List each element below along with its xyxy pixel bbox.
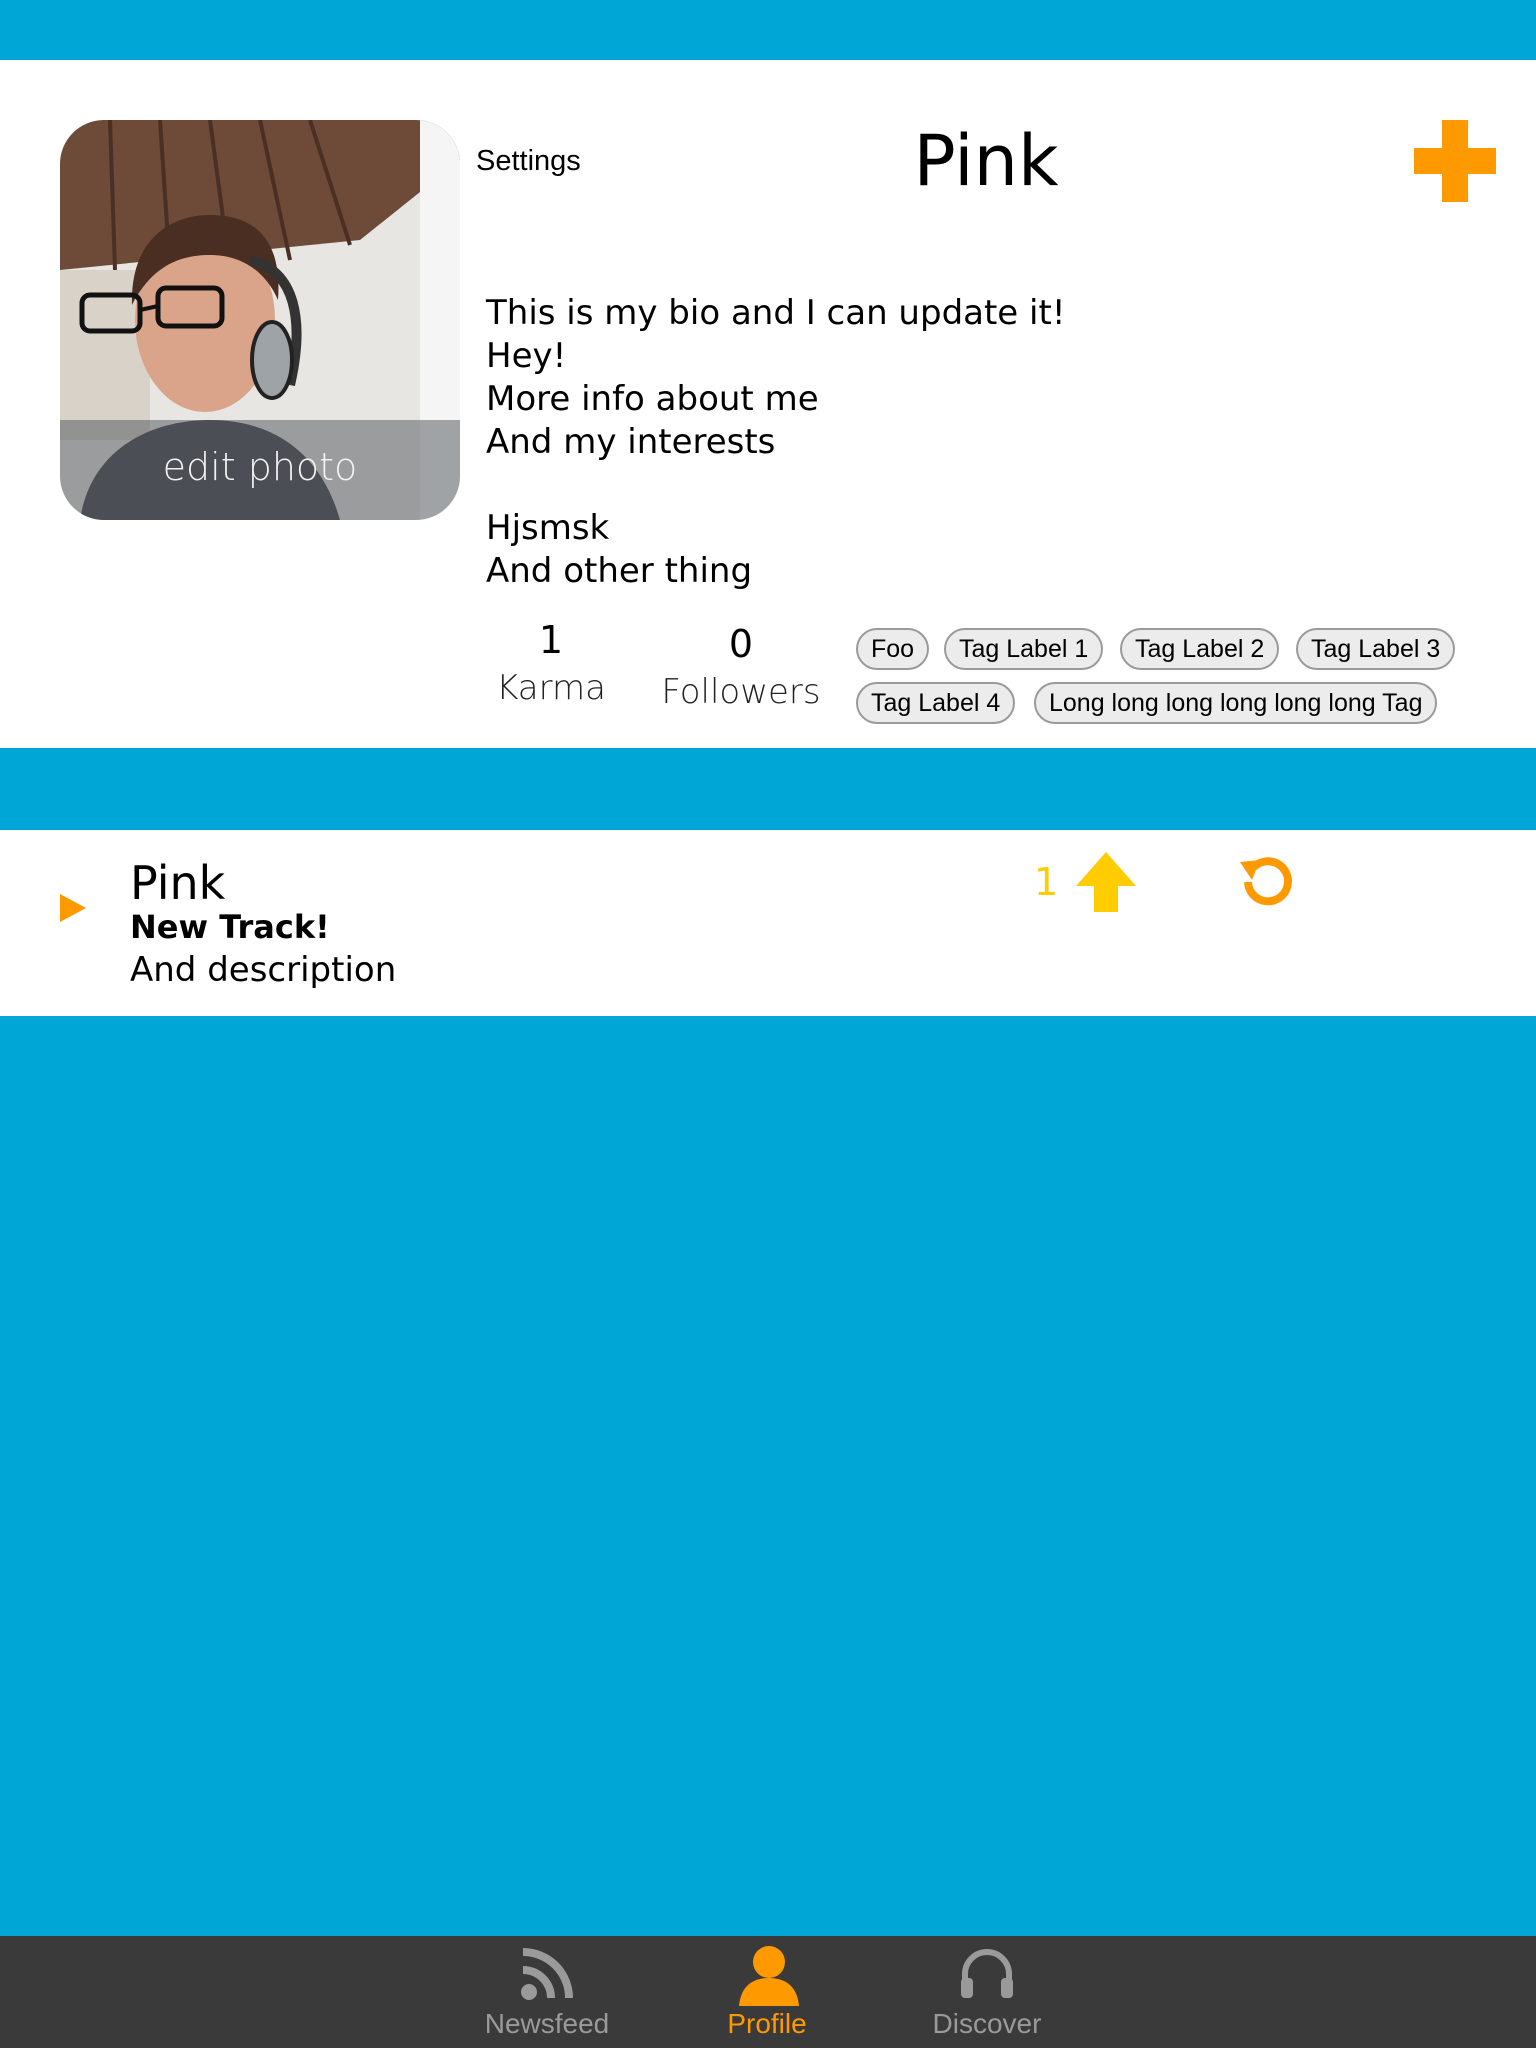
track-title: Pink (130, 856, 226, 910)
settings-link[interactable]: Settings (476, 145, 581, 178)
bio-text: This is my bio and I can update it! Hey!… (486, 292, 1486, 593)
tab-newsfeed-label: Newsfeed (484, 2008, 610, 2039)
person-icon (739, 1946, 799, 2006)
tab-discover[interactable]: Discover (887, 1936, 1087, 2048)
avatar[interactable]: edit photo (60, 120, 460, 520)
followers-value: 0 (728, 622, 754, 666)
tab-newsfeed[interactable]: Newsfeed (447, 1936, 647, 2048)
arrow-up-icon[interactable] (1074, 850, 1138, 914)
tag-chip[interactable]: Tag Label 2 (1120, 628, 1280, 670)
bio-line: And other thing (486, 551, 753, 591)
bio-line (486, 464, 1486, 507)
bio-line: And my interests (486, 422, 776, 462)
tag-chip[interactable]: Tag Label 1 (944, 628, 1104, 670)
bio-line: Hjsmsk (486, 508, 610, 548)
headphones-icon (961, 1949, 1013, 1998)
status-bar (0, 0, 1536, 60)
followers-label: Followers (661, 672, 821, 712)
karma-label: Karma (496, 668, 606, 708)
vote-count: 1 (1034, 860, 1059, 904)
edit-photo-label[interactable]: edit photo (60, 445, 460, 489)
track-row[interactable]: Pink New Track! And description 1 (0, 830, 1536, 1016)
track-description: And description (130, 950, 397, 990)
karma-stat: 1 Karma (486, 618, 616, 708)
tag-chip[interactable]: Long long long long long long Tag (1034, 682, 1438, 724)
rss-icon (521, 1948, 573, 2000)
tab-profile[interactable]: Profile (667, 1936, 867, 2048)
plus-icon[interactable] (1414, 120, 1496, 202)
tag-chip[interactable]: Foo (856, 628, 930, 670)
tag-chip[interactable]: Tag Label 4 (856, 682, 1016, 724)
karma-value: 1 (538, 618, 564, 662)
bio-line: More info about me (486, 379, 819, 419)
play-icon[interactable] (60, 894, 86, 922)
repost-icon[interactable] (1234, 850, 1298, 914)
followers-stat[interactable]: 0 Followers (656, 622, 826, 712)
tag-chip[interactable]: Tag Label 3 (1296, 628, 1456, 670)
tab-bar: Newsfeed Profile Discover (0, 1936, 1536, 2048)
bio-line: Hey! (486, 336, 567, 376)
tab-discover-label: Discover (932, 2008, 1042, 2039)
profile-name: Pink (913, 120, 1059, 202)
track-subtitle: New Track! (130, 908, 330, 946)
plus-icon-vertical (1442, 120, 1468, 202)
bio-line: This is my bio and I can update it! (486, 293, 1066, 333)
tab-profile-label: Profile (727, 2008, 807, 2039)
